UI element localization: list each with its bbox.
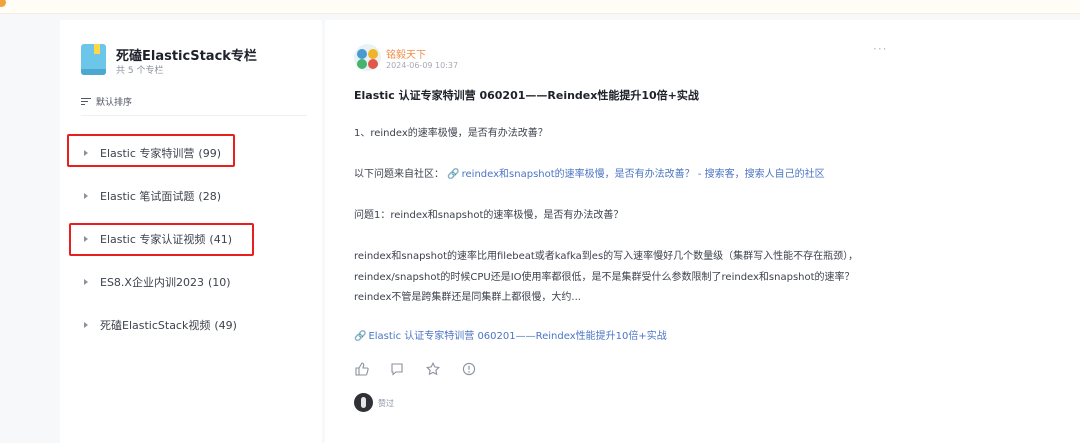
column-sidebar: 死磕ElasticStack专栏 共 5 个专栏 默认排序 Elastic 专家… [60,20,322,443]
caret-right-icon [84,279,88,285]
post-q1: 问题1：reindex和snapshot的速率极慢，是否有办法改善？ [354,210,624,221]
column-item[interactable]: ES8.X企业内训2023 (10) [80,267,231,297]
column-item-count: (99) [198,146,221,160]
column-item-count: (10) [207,275,231,289]
sort-icon [81,97,91,106]
column-title[interactable]: 死磕ElasticStack专栏 [116,45,257,64]
column-item[interactable]: Elastic 专家特训营 (99) [80,138,221,168]
book-icon [81,44,106,75]
like-icon[interactable] [354,361,370,377]
column-item[interactable]: 死磕ElasticStack视频 (49) [80,310,237,340]
column-item[interactable]: Elastic 专家认证视频 (41) [80,224,232,254]
caret-right-icon [84,193,88,199]
more-options-icon[interactable]: ··· [873,42,887,56]
column-item-label: Elastic 专家特训营 [100,147,195,160]
caret-right-icon [84,150,88,156]
post-question: 1、reindex的速率极慢，是否有办法改善？ [354,128,548,139]
source-link[interactable]: reindex和snapshot的速率极慢，是否有办法改善？ - 搜索客，搜索人… [462,169,825,180]
link-icon: 🔗 [447,169,460,180]
column-item-count: (41) [209,232,232,246]
author-name[interactable]: 铭毅天下 [386,46,426,61]
top-notification-bar [0,0,1080,14]
post-source: 以下问题来自社区： 🔗 reindex和snapshot的速率极慢，是否有办法改善… [354,165,825,185]
column-item-label: Elastic 笔试面试题 [100,190,195,203]
post-card: 铭毅天下 2024-06-09 10:37 ··· Elastic 认证专家特训… [325,20,1080,443]
notification-dot-icon [0,0,6,7]
post-title[interactable]: Elastic 认证专家特训营 060201——Reindex性能提升10倍+实… [354,87,699,103]
column-item[interactable]: Elastic 笔试面试题 (28) [80,181,221,211]
source-prefix: 以下问题来自社区： [354,169,444,180]
star-icon[interactable] [425,361,441,377]
caret-right-icon [84,236,88,242]
comment-icon[interactable] [389,361,405,377]
article-link[interactable]: Elastic 认证专家特训营 060201——Reindex性能提升10倍+实… [368,331,666,342]
column-item-label: ES8.X企业内训2023 [100,276,204,289]
link-icon: 🔗 [354,331,367,342]
post-bottom-link[interactable]: 🔗 Elastic 认证专家特训营 060201——Reindex性能提升10倍+… [354,327,667,347]
column-item-label: Elastic 专家认证视频 [100,233,206,246]
post-body-line: reindex和snapshot的速率比用filebeat或者kafka到es的… [354,251,859,262]
liker-avatar[interactable] [354,393,373,412]
author-avatar[interactable] [354,44,381,71]
sort-label: 默认排序 [96,97,133,108]
divider [81,115,307,116]
post-date: 2024-06-09 10:37 [386,61,459,70]
column-count: 共 5 个专栏 [116,66,164,76]
column-item-count: (28) [198,189,221,203]
column-item-count: (49) [214,318,237,332]
caret-right-icon [84,322,88,328]
report-icon[interactable] [461,361,477,377]
post-body-line: reindex不管是跨集群还是同集群上都很慢，大约... [354,292,581,303]
sort-button[interactable]: 默认排序 [81,94,132,108]
liked-label: 赞过 [378,399,394,408]
post-body-line: reindex/snapshot的时候CPU还是IO使用率都很低，是不是集群受什… [354,272,855,283]
column-item-label: 死磕ElasticStack视频 [100,319,211,332]
